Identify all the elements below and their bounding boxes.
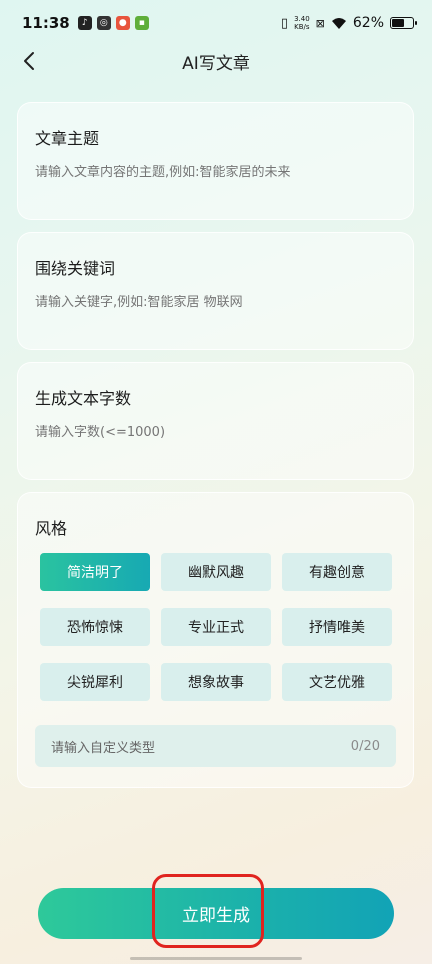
network-speed-value: 3.40 xyxy=(294,15,310,23)
notification-icon: ▪ xyxy=(134,16,149,30)
style-option[interactable]: 专业正式 xyxy=(161,608,271,646)
network-speed-unit: KB/s xyxy=(294,23,310,31)
style-option[interactable]: 抒情唯美 xyxy=(282,608,392,646)
keywords-title: 围绕关键词 xyxy=(35,259,116,278)
style-options: 简洁明了 幽默风趣 有趣创意 恐怖惊悚 专业正式 抒情唯美 尖锐犀利 想象故事 … xyxy=(40,553,392,701)
style-option[interactable]: 简洁明了 xyxy=(40,553,150,591)
home-indicator xyxy=(130,957,302,960)
style-option[interactable]: 恐怖惊悚 xyxy=(40,608,150,646)
page-title: AI写文章 xyxy=(182,54,250,74)
word-count-title: 生成文本字数 xyxy=(35,389,132,408)
style-option[interactable]: 幽默风趣 xyxy=(161,553,271,591)
status-time: 11:38 xyxy=(22,14,70,32)
status-indicators: ▯ 3.40 KB/s ⊠ 62% xyxy=(280,15,417,31)
style-option[interactable]: 文艺优雅 xyxy=(282,663,392,701)
style-option[interactable]: 想象故事 xyxy=(161,663,271,701)
custom-style-counter: 0/20 xyxy=(350,738,380,754)
style-title: 风格 xyxy=(35,519,68,538)
generate-button[interactable]: 立即生成 xyxy=(38,888,394,939)
app-icon: ◎ xyxy=(96,16,111,30)
status-bar: 11:38 ♪ ◎ ● ▪ ▯ 3.40 KB/s ⊠ 62% xyxy=(0,0,432,46)
battery-fill xyxy=(392,19,404,27)
weibo-icon: ● xyxy=(115,16,130,30)
style-option[interactable]: 有趣创意 xyxy=(282,553,392,591)
word-count-card: 生成文本字数 xyxy=(17,362,414,480)
custom-style-input[interactable]: 请输入自定义类型 0/20 xyxy=(35,725,396,767)
nav-bar: AI写文章 xyxy=(0,46,432,76)
topic-card: 文章主题 xyxy=(17,102,414,220)
keywords-card: 围绕关键词 xyxy=(17,232,414,350)
custom-style-placeholder: 请输入自定义类型 xyxy=(51,740,156,756)
style-option[interactable]: 尖锐犀利 xyxy=(40,663,150,701)
wifi-icon xyxy=(331,17,346,29)
word-count-input[interactable] xyxy=(35,425,396,440)
topic-input[interactable] xyxy=(35,165,396,180)
tiktok-icon: ♪ xyxy=(77,16,92,30)
vibrate-icon: ▯ xyxy=(280,15,289,31)
topic-title: 文章主题 xyxy=(35,129,100,148)
style-card: 风格 简洁明了 幽默风趣 有趣创意 恐怖惊悚 专业正式 抒情唯美 尖锐犀利 想象… xyxy=(17,492,414,788)
network-speed: 3.40 KB/s xyxy=(294,15,310,31)
battery-percent: 62% xyxy=(352,15,384,31)
sim-icon: ⊠ xyxy=(315,16,325,30)
battery-icon xyxy=(390,17,417,29)
generate-button-label: 立即生成 xyxy=(182,906,250,926)
keywords-input[interactable] xyxy=(35,295,396,310)
